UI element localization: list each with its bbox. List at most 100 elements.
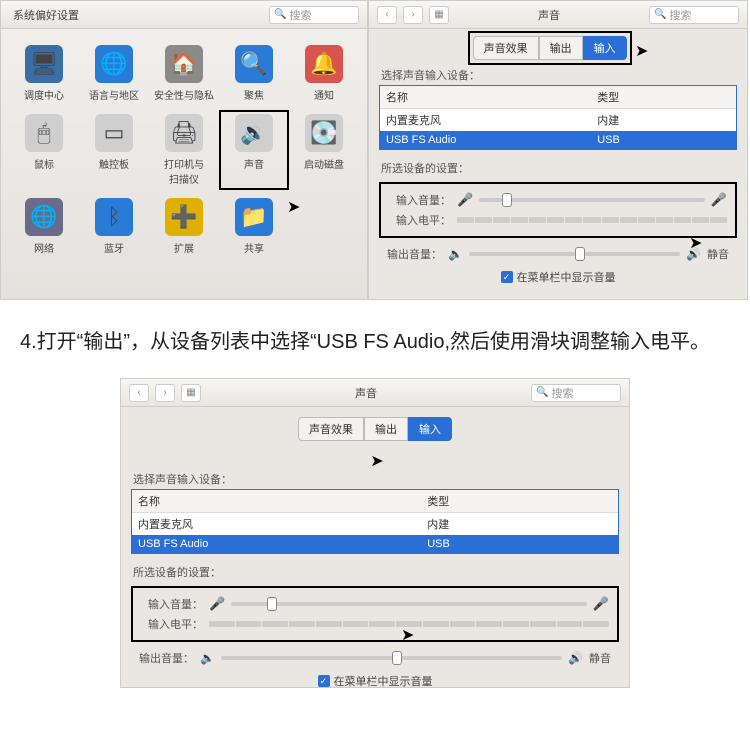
bluetooth-icon: ᛒ xyxy=(95,198,133,236)
device-row-internal-mic[interactable]: 内置麦克风 内建 xyxy=(132,513,618,535)
pref-item-extensions[interactable]: ➕扩展 xyxy=(149,194,219,259)
pref-label: 声音 xyxy=(244,156,264,171)
menubar-volume-label: 在菜单栏中显示音量 xyxy=(517,269,616,285)
mic-low-icon: 🎤 xyxy=(209,596,225,612)
mouse-icon: 🖱 xyxy=(25,114,63,152)
sound-search-field[interactable]: 🔍 搜索 xyxy=(649,6,739,24)
mic-high-icon: 🎤 xyxy=(593,596,609,612)
input-level-row: 输入电平： xyxy=(389,210,727,230)
pref-label: 语言与地区 xyxy=(89,87,139,102)
input-volume-slider[interactable] xyxy=(231,602,587,606)
startup-disk-icon: 💽 xyxy=(305,114,343,152)
forward-button[interactable]: › xyxy=(155,384,175,402)
pref-item-mouse[interactable]: 🖱 鼠标 xyxy=(9,110,79,190)
sound-panel-bottom: ‹ › ▦ 声音 🔍 搜索 声音效果 输出 输入 ➤ 选择声音输入设备： 名称 … xyxy=(120,378,630,688)
menubar-volume-checkbox[interactable]: ✓ xyxy=(501,271,513,283)
instruction-text: 4.打开“输出”，从设备列表中选择“USB FS Audio,然后使用滑块调整输… xyxy=(0,300,750,378)
pref-label: 打印机与 扫描仪 xyxy=(164,156,204,186)
pref-item-language-region[interactable]: 🌐 语言与地区 xyxy=(79,41,149,106)
tab-output[interactable]: 输出 xyxy=(364,417,408,441)
sound-tabs: 声音效果 输出 输入 xyxy=(121,411,629,447)
sound-search-field[interactable]: 🔍 搜索 xyxy=(531,384,621,402)
menubar-volume-row[interactable]: ✓ 在菜单栏中显示音量 xyxy=(369,266,747,288)
input-level-row: 输入电平： xyxy=(141,614,609,634)
sound-titlebar: ‹ › ▦ 声音 🔍 搜索 xyxy=(369,1,747,29)
spotlight-icon: 🔍 xyxy=(235,45,273,83)
tab-input[interactable]: 输入 xyxy=(583,36,627,60)
input-level-meter xyxy=(457,217,727,223)
device-table-header: 名称 类型 xyxy=(132,490,618,513)
input-volume-row: 输入音量： 🎤 🎤 xyxy=(141,594,609,614)
back-button[interactable]: ‹ xyxy=(377,6,397,24)
pref-label: 安全性与隐私 xyxy=(154,87,214,102)
pref-label: 聚焦 xyxy=(244,87,264,102)
pref-item-network[interactable]: 🌐网络 xyxy=(9,194,79,259)
selected-device-settings-label: 所选设备的设置： xyxy=(369,156,747,178)
pref-item-sound[interactable]: 🔉声音 xyxy=(219,110,289,190)
speaker-high-icon: 🔊 xyxy=(568,651,583,665)
mic-low-icon: 🎤 xyxy=(457,192,473,208)
menubar-volume-checkbox[interactable]: ✓ xyxy=(318,675,330,687)
pref-label: 扩展 xyxy=(174,240,194,255)
sysprefs-grid: 🖥调度中心 🌐 语言与地区 🏠 安全性与隐私 🔍 聚焦 🔔通知 🖱 鼠标 ▭触控板🖨打印机与 扫描仪… xyxy=(1,29,367,263)
output-volume-label: 输出音量： xyxy=(387,246,442,262)
language-region-icon: 🌐 xyxy=(95,45,133,83)
sound-window-title: 声音 xyxy=(538,7,560,23)
input-settings-box: 输入音量： 🎤 🎤 输入电平： xyxy=(131,586,619,642)
menubar-volume-row[interactable]: ✓ 在菜单栏中显示音量 xyxy=(121,670,629,692)
device-table: 名称 类型 内置麦克风 内建 USB FS Audio USB xyxy=(131,489,619,554)
pref-label: 鼠标 xyxy=(34,156,54,171)
device-row-internal-mic[interactable]: 内置麦克风 内建 xyxy=(380,109,736,131)
pref-item-startup-disk[interactable]: 💽启动磁盘 xyxy=(289,110,359,190)
pref-label: 触控板 xyxy=(99,156,129,171)
pref-label: 共享 xyxy=(244,240,264,255)
input-level-label: 输入电平： xyxy=(389,212,451,228)
tab-sound-effects[interactable]: 声音效果 xyxy=(473,36,539,60)
output-volume-slider[interactable] xyxy=(469,252,680,256)
pref-item-notifications[interactable]: 🔔通知 xyxy=(289,41,359,106)
search-icon: 🔍 xyxy=(274,9,286,20)
grid-button[interactable]: ▦ xyxy=(181,384,201,402)
pref-item-trackpad[interactable]: ▭触控板 xyxy=(79,110,149,190)
cursor-icon: ➤ xyxy=(635,43,648,60)
output-volume-row: 输出音量： 🔈 🔊 静音 xyxy=(369,242,747,266)
pref-label: 通知 xyxy=(314,87,334,102)
tab-sound-effects[interactable]: 声音效果 xyxy=(298,417,364,441)
output-volume-row: 输出音量： 🔈 🔊 静音 xyxy=(121,646,629,670)
speaker-high-icon: 🔊 xyxy=(686,247,701,261)
mute-label: 静音 xyxy=(707,246,729,262)
security-privacy-icon: 🏠 xyxy=(165,45,203,83)
pref-item-bluetooth[interactable]: ᛒ蓝牙 xyxy=(79,194,149,259)
pref-item-sharing[interactable]: 📁 共享 xyxy=(219,194,289,259)
system-preferences-window: 系统偏好设置 🔍 搜索 🖥调度中心 🌐 语言与地区 🏠 安全性与隐私 🔍 聚焦 🔔通知 🖱 鼠标 ▭… xyxy=(0,0,368,300)
tab-output[interactable]: 输出 xyxy=(539,36,583,60)
tab-input[interactable]: 输入 xyxy=(408,417,452,441)
sysprefs-search-field[interactable]: 🔍 搜索 xyxy=(269,6,359,24)
col-type-header: 类型 xyxy=(591,86,736,108)
sharing-icon: 📁 xyxy=(235,198,273,236)
device-table-header: 名称 类型 xyxy=(380,86,736,109)
forward-button[interactable]: › xyxy=(403,6,423,24)
pref-item-spotlight[interactable]: 🔍 聚焦 xyxy=(219,41,289,106)
input-level-meter xyxy=(209,621,609,627)
pref-item-printers-scanners[interactable]: 🖨打印机与 扫描仪 xyxy=(149,110,219,190)
input-volume-label: 输入音量： xyxy=(389,192,451,208)
grid-button[interactable]: ▦ xyxy=(429,6,449,24)
input-volume-row: 输入音量： 🎤 🎤 xyxy=(389,190,727,210)
selected-device-settings-label: 所选设备的设置： xyxy=(121,560,629,582)
back-button[interactable]: ‹ xyxy=(129,384,149,402)
device-row-usb-fs-audio[interactable]: USB FS Audio USB xyxy=(380,131,736,149)
sound-titlebar: ‹ › ▦ 声音 🔍 搜索 xyxy=(121,379,629,407)
pref-item-mission-control[interactable]: 🖥调度中心 xyxy=(9,41,79,106)
sysprefs-title: 系统偏好设置 xyxy=(13,7,79,23)
input-volume-slider[interactable] xyxy=(479,198,705,202)
output-volume-slider[interactable] xyxy=(221,656,562,660)
pref-item-security-privacy[interactable]: 🏠 安全性与隐私 xyxy=(149,41,219,106)
sound-tabs-boxed: 声音效果 输出 输入 xyxy=(470,33,630,63)
sound-panel-top: ‹ › ▦ 声音 🔍 搜索 声音效果 输出 输入 ➤ 选择声音输入设备： 名称 … xyxy=(368,0,748,300)
speaker-low-icon: 🔈 xyxy=(448,247,463,261)
device-row-usb-fs-audio[interactable]: USB FS Audio USB xyxy=(132,535,618,553)
choose-device-label: 选择声音输入设备： xyxy=(369,63,747,85)
col-name-header: 名称 xyxy=(380,86,591,108)
search-icon: 🔍 xyxy=(536,387,548,398)
